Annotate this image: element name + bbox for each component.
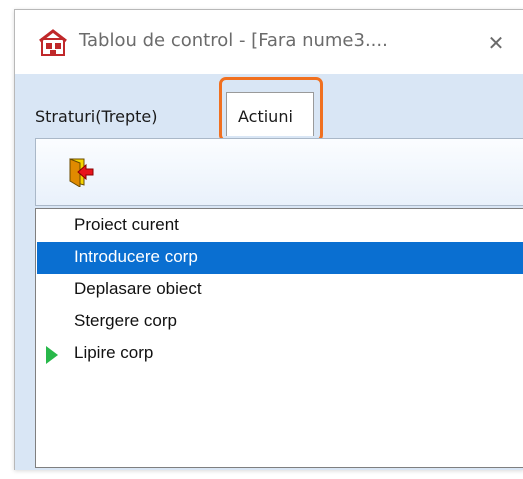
window-title: Tablou de control - [Fara nume3.... bbox=[79, 30, 388, 51]
tab-highlight-annotation bbox=[219, 77, 323, 142]
title-bar[interactable]: Tablou de control - [Fara nume3.... ✕ bbox=[15, 10, 523, 74]
list-item-deplasare-obiect[interactable]: Deplasare obiect bbox=[37, 274, 523, 306]
list-item-label: Lipire corp bbox=[74, 343, 154, 362]
list-item-label: Stergere corp bbox=[74, 311, 177, 330]
tab-straturi[interactable]: Straturi(Trepte) bbox=[35, 107, 158, 126]
list-item-stergere-corp[interactable]: Stergere corp bbox=[37, 306, 523, 338]
list-item-label: Deplasare obiect bbox=[74, 279, 202, 298]
list-item-introducere-corp[interactable]: Introducere corp bbox=[37, 242, 523, 274]
play-arrow-icon bbox=[46, 346, 58, 364]
list-item-lipire-corp[interactable]: Lipire corp bbox=[37, 338, 523, 370]
control-panel-window: Tablou de control - [Fara nume3.... ✕ St… bbox=[14, 9, 523, 470]
close-icon: ✕ bbox=[487, 31, 505, 55]
list-item-label: Proiect curent bbox=[74, 215, 179, 234]
app-house-icon bbox=[39, 29, 67, 56]
list-item-proiect-curent[interactable]: Proiect curent bbox=[37, 210, 523, 242]
list-item-label: Introducere corp bbox=[74, 247, 198, 266]
exit-arrow-icon[interactable] bbox=[68, 157, 94, 187]
toolbar bbox=[35, 138, 523, 206]
close-button[interactable]: ✕ bbox=[481, 28, 511, 58]
actions-list[interactable]: Proiect curent Introducere corp Deplasar… bbox=[35, 208, 523, 468]
